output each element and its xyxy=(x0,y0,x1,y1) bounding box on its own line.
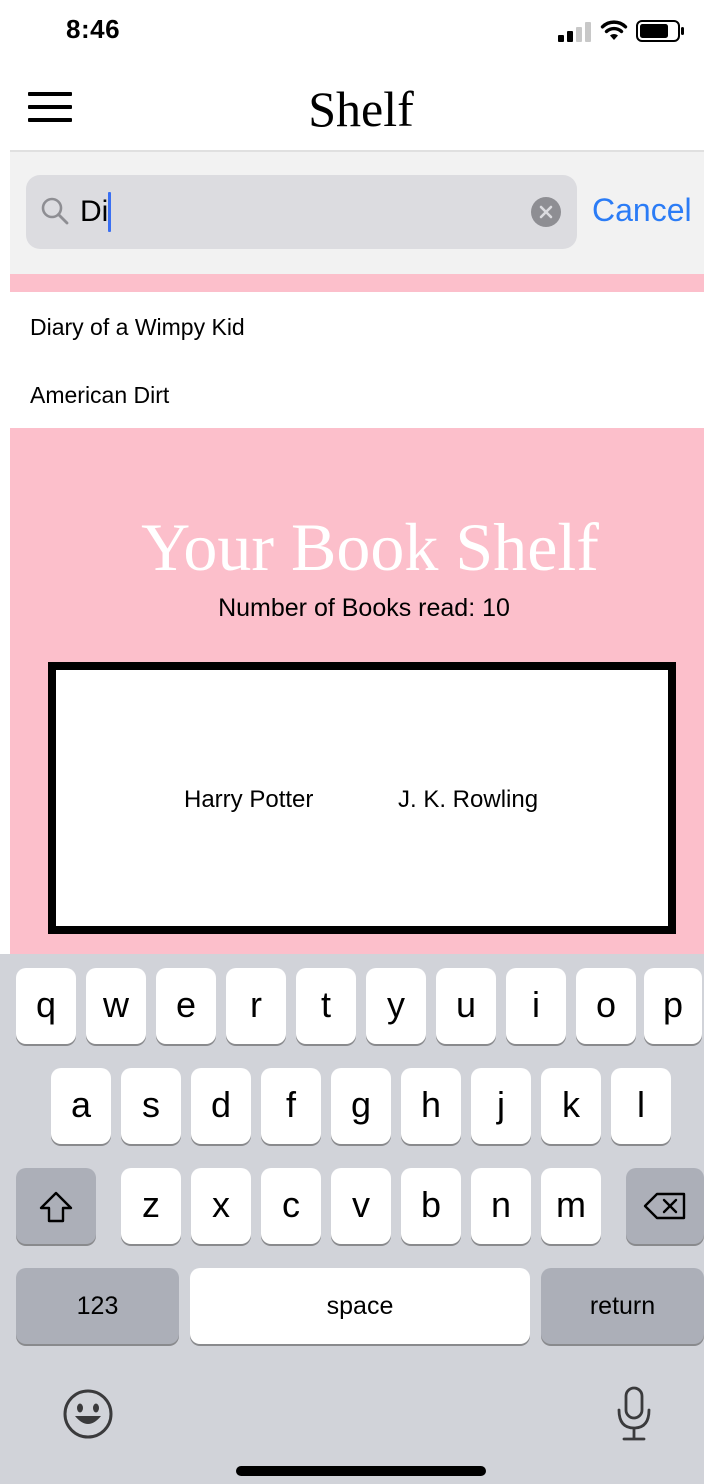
search-icon xyxy=(41,197,69,225)
key-y[interactable]: y xyxy=(366,968,426,1044)
search-result-item[interactable]: Diary of a Wimpy Kid xyxy=(30,314,245,341)
key-f[interactable]: f xyxy=(261,1068,321,1144)
delete-key[interactable] xyxy=(626,1168,704,1244)
app-title: Shelf xyxy=(308,81,414,137)
clear-search-icon[interactable] xyxy=(531,197,561,227)
key-n[interactable]: n xyxy=(471,1168,531,1244)
key-k[interactable]: k xyxy=(541,1068,601,1144)
search-results-list: Diary of a Wimpy Kid American Dirt xyxy=(10,292,704,428)
shelf-title: Your Book Shelf xyxy=(141,509,599,585)
numbers-key[interactable]: 123 xyxy=(16,1268,179,1344)
key-i[interactable]: i xyxy=(506,968,566,1044)
key-v[interactable]: v xyxy=(331,1168,391,1244)
key-t[interactable]: t xyxy=(296,968,356,1044)
home-indicator xyxy=(236,1466,486,1476)
delete-icon xyxy=(643,1192,686,1220)
key-z[interactable]: z xyxy=(121,1168,181,1244)
return-key[interactable]: return xyxy=(541,1268,704,1344)
key-a[interactable]: a xyxy=(51,1068,111,1144)
key-d[interactable]: d xyxy=(191,1068,251,1144)
key-w[interactable]: w xyxy=(86,968,146,1044)
wifi-icon xyxy=(600,20,628,40)
key-r[interactable]: r xyxy=(226,968,286,1044)
key-u[interactable]: u xyxy=(436,968,496,1044)
key-b[interactable]: b xyxy=(401,1168,461,1244)
cancel-button[interactable]: Cancel xyxy=(592,192,692,229)
space-key[interactable]: space xyxy=(190,1268,530,1344)
book-author: J. K. Rowling xyxy=(398,786,539,813)
key-e[interactable]: e xyxy=(156,968,216,1044)
books-read-count: Number of Books read: 10 xyxy=(218,594,510,622)
key-j[interactable]: j xyxy=(471,1068,531,1144)
key-x[interactable]: x xyxy=(191,1168,251,1244)
search-result-item[interactable]: American Dirt xyxy=(30,382,169,409)
shift-key[interactable] xyxy=(16,1168,96,1244)
cellular-signal-icon xyxy=(558,22,591,42)
key-l[interactable]: l xyxy=(611,1068,671,1144)
key-o[interactable]: o xyxy=(576,968,636,1044)
key-c[interactable]: c xyxy=(261,1168,321,1244)
key-g[interactable]: g xyxy=(331,1068,391,1144)
shift-icon xyxy=(39,1191,73,1223)
key-p[interactable]: p xyxy=(644,968,702,1044)
book-card[interactable] xyxy=(48,662,676,934)
microphone-icon[interactable] xyxy=(614,1386,654,1444)
keyboard: q w e r t y u i o p a s d f g h j k l z … xyxy=(0,954,704,1484)
book-title: Harry Potter xyxy=(184,786,314,813)
emoji-icon[interactable] xyxy=(62,1388,114,1440)
pink-separator xyxy=(10,274,704,292)
text-caret xyxy=(108,192,111,232)
battery-icon xyxy=(636,20,684,42)
key-m[interactable]: m xyxy=(541,1168,601,1244)
search-input[interactable] xyxy=(80,190,520,234)
key-s[interactable]: s xyxy=(121,1068,181,1144)
status-time: 8:46 xyxy=(66,14,121,44)
key-q[interactable]: q xyxy=(16,968,76,1044)
key-h[interactable]: h xyxy=(401,1068,461,1144)
